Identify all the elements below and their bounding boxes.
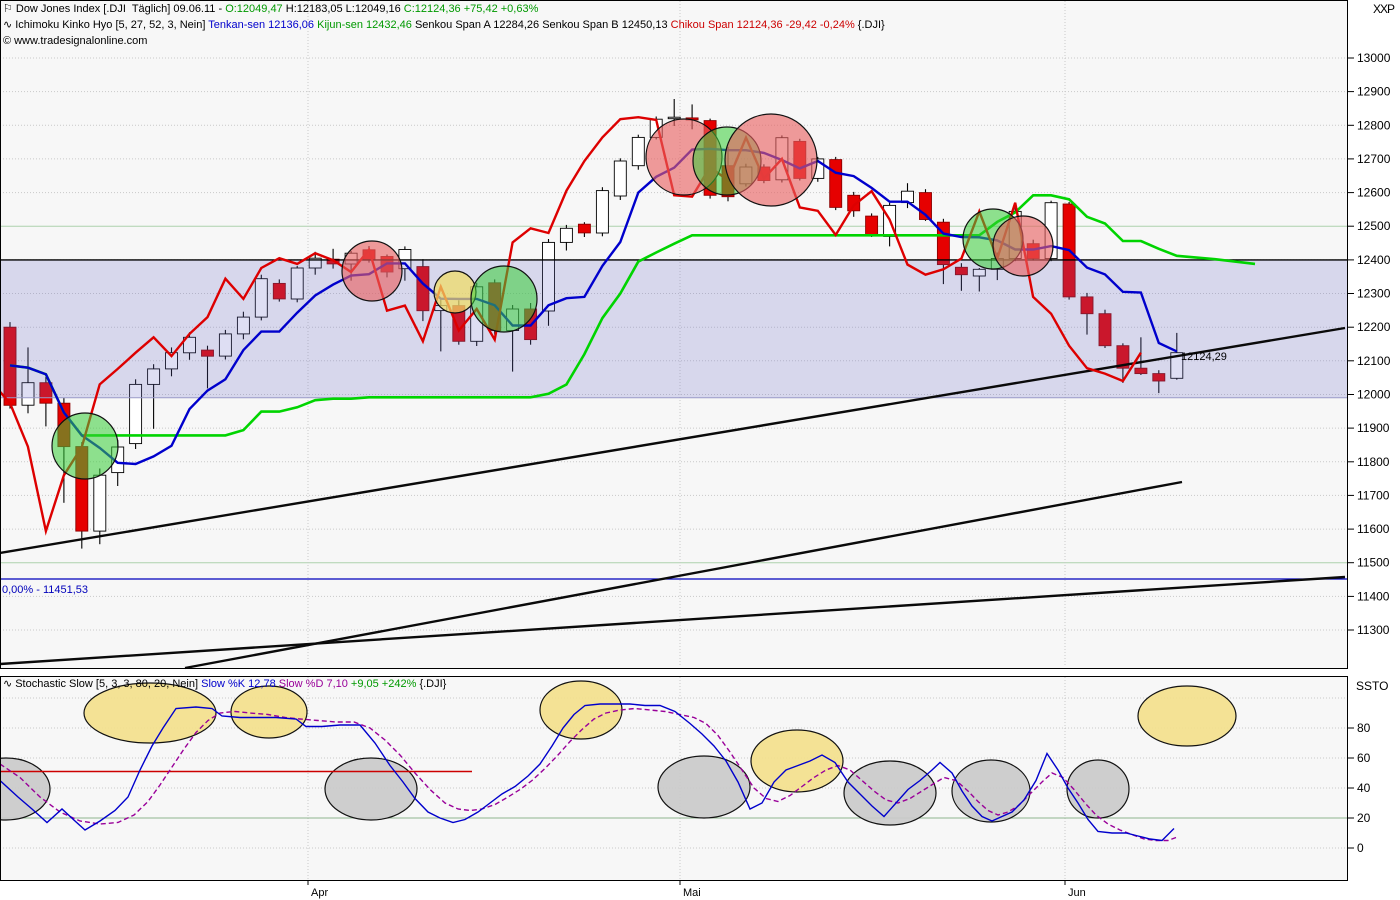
- slow-d-value: Slow %D 7,10: [279, 678, 351, 690]
- high-low-value: H:12183,05 L:12049,16: [283, 3, 404, 15]
- price-tick-label: 13000: [1357, 51, 1391, 65]
- ichimoku-name: Ichimoku Kinko Hyo [5, 27, 52, 3, Nein]: [15, 19, 208, 31]
- stoch-change-value: +9,05 +242%: [351, 678, 420, 690]
- kijun-value: Kijun-sen 12432,46: [317, 19, 415, 31]
- price-tick-label: 12400: [1357, 253, 1391, 267]
- gray-zone-ellipse: [658, 756, 750, 818]
- price-tick-label: 12500: [1357, 219, 1391, 233]
- stochastic-name: Stochastic Slow [5, 3, 3, 80, 20, Nein]: [15, 678, 201, 690]
- stoch-suffix: {.DJI}: [419, 678, 446, 690]
- chart-window: 13000 12900 12800 12700 12600 12500 12400 12300…: [0, 0, 1400, 900]
- stoch-tick-label: 40: [1357, 781, 1371, 795]
- stoch-tick-label: 60: [1357, 751, 1371, 765]
- price-tick-label: 11900: [1357, 421, 1390, 435]
- price-tick-label: 12100: [1357, 354, 1391, 368]
- watermark: ©www.tradesignalonline.com: [3, 34, 147, 64]
- price-tick-label: 11500: [1357, 556, 1390, 570]
- candle-down: [578, 224, 590, 233]
- price-tick-label: 11600: [1357, 522, 1390, 536]
- price-chart-canvas[interactable]: 13000 12900 12800 12700 12600 12500 12400 12300…: [0, 0, 1400, 900]
- price-band: [0, 260, 1347, 398]
- yellow-zone-ellipse: [751, 730, 843, 792]
- month-label: Mai: [683, 887, 701, 899]
- price-axis: 13000 12900 12800 12700 12600 12500 12400 12300…: [1348, 51, 1391, 637]
- price-tick-label: 12000: [1357, 388, 1391, 402]
- watermark-text: www.tradesignalonline.com: [14, 35, 147, 47]
- price-tick-label: 11800: [1357, 455, 1390, 469]
- stoch-axis: 80 60 40 20 0: [1348, 721, 1371, 855]
- price-tick-label: 12800: [1357, 118, 1391, 132]
- candle-up: [596, 191, 608, 233]
- wave-icon: ∿: [3, 18, 12, 33]
- price-tick-label: 11700: [1357, 488, 1390, 502]
- wave-icon: ∿: [3, 677, 12, 692]
- instrument-title: Dow Jones Index [.DJI Täglich] 09.06.11 …: [16, 3, 225, 15]
- red-signal-circle: [993, 216, 1053, 276]
- tenkan-value: Tenkan-sen 12136,06: [208, 19, 317, 31]
- time-axis: Apr Mai Jun: [308, 880, 1086, 899]
- candle-up: [668, 117, 680, 119]
- candle-up: [632, 137, 644, 165]
- open-value: O:12049,47: [225, 3, 283, 15]
- candle-up: [560, 228, 572, 242]
- gray-zone-ellipse: [325, 758, 417, 820]
- price-tick-label: 11400: [1357, 589, 1390, 603]
- gray-zone-ellipse: [1067, 760, 1129, 818]
- candle-up: [94, 475, 106, 531]
- last-price-label: 12124,29: [1181, 350, 1227, 365]
- close-change-value: C:12124,36 +75,42 +0,63%: [404, 3, 539, 15]
- price-tick-label: 11300: [1357, 623, 1390, 637]
- price-tick-label: 12600: [1357, 186, 1391, 200]
- copyright-icon: ©: [3, 34, 11, 49]
- senkou-values: Senkou Span A 12284,26 Senkou Span B 124…: [415, 19, 671, 31]
- price-tick-label: 12200: [1357, 320, 1391, 334]
- gray-zone-ellipse: [952, 760, 1030, 822]
- month-label: Jun: [1068, 887, 1086, 899]
- stoch-axis-title: SSTO: [1356, 679, 1388, 693]
- ichimoku-suffix: {.DJI}: [858, 19, 885, 31]
- gray-zone-ellipse: [844, 761, 936, 825]
- stochastic-header: ∿Stochastic Slow [5, 3, 3, 80, 20, Nein]…: [3, 677, 446, 707]
- fib-level-label: 0,00% - 11451,53: [2, 583, 88, 598]
- flag-icon: ⚐: [3, 2, 13, 17]
- stoch-tick-label: 80: [1357, 721, 1371, 735]
- red-signal-circle: [725, 114, 817, 206]
- chikou-value: Chikou Span 12124,36 -29,42 -0,24%: [671, 19, 858, 31]
- green-signal-circle: [471, 266, 537, 332]
- candle-down: [830, 160, 842, 208]
- slow-k-value: Slow %K 12,78: [201, 678, 279, 690]
- price-tick-label: 12300: [1357, 287, 1391, 301]
- green-signal-circle: [52, 413, 118, 479]
- window-buttons[interactable]: XXP: [1373, 2, 1394, 16]
- stoch-tick-label: 20: [1357, 811, 1371, 825]
- yellow-zone-ellipse: [1138, 686, 1236, 746]
- red-signal-circle: [342, 241, 402, 301]
- candle-down: [866, 216, 878, 235]
- price-tick-label: 12700: [1357, 152, 1391, 166]
- month-label: Apr: [311, 887, 328, 899]
- stoch-tick-label: 0: [1357, 841, 1364, 855]
- yellow-signal-circle: [434, 271, 476, 313]
- candle-up: [614, 161, 626, 196]
- price-tick-label: 12900: [1357, 85, 1391, 99]
